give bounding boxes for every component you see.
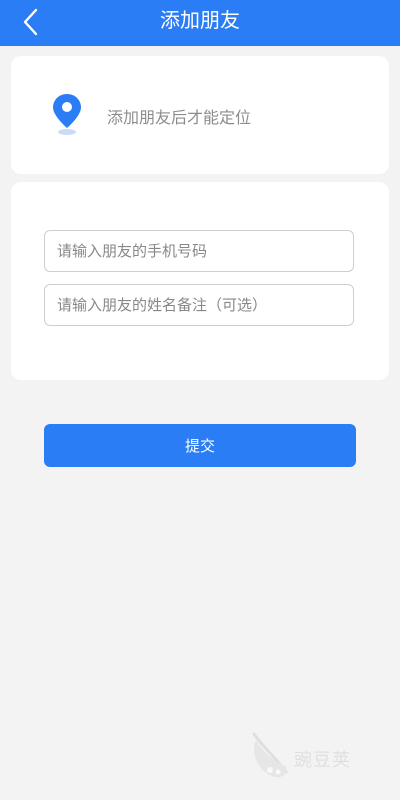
page-title: 添加朋友 — [160, 8, 240, 32]
submit-button[interactable]: 提交 — [44, 424, 356, 467]
app-header: 添加朋友 — [0, 0, 400, 46]
watermark: 豌豆荚 — [248, 730, 378, 786]
name-note-input[interactable] — [44, 284, 354, 326]
location-hint-text: 添加朋友后才能定位 — [107, 108, 252, 127]
add-friend-form — [11, 182, 389, 380]
location-pin-icon — [53, 94, 81, 135]
location-card: 添加朋友后才能定位 — [11, 56, 389, 174]
watermark-text: 豌豆荚 — [294, 750, 351, 771]
pea-pod-logo-icon — [252, 732, 288, 778]
phone-input[interactable] — [44, 230, 354, 272]
